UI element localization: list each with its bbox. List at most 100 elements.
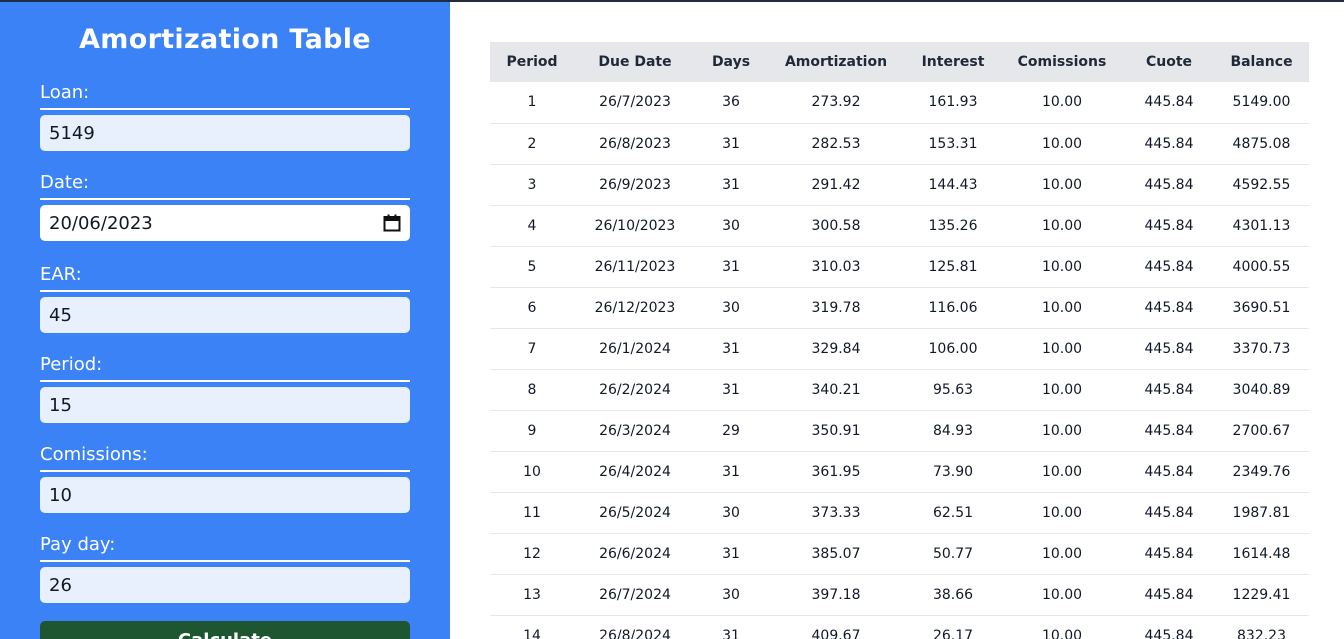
loan-field: Loan: 5149	[40, 82, 410, 151]
table-row: 13 26/7/2024 30 397.18 38.66 10.00 445.84 1229.…	[490, 574, 1309, 616]
date-field: Date: 20/06/2023	[40, 172, 410, 241]
cell-period: 4	[490, 205, 574, 247]
table-row: 11 26/5/2024 30 373.33 62.51 10.00 445.84 1987.…	[490, 492, 1309, 534]
table-row: 6 26/12/2023 30 319.78 116.06 10.00 445.84 3690…	[490, 287, 1309, 329]
cell-balance: 4875.08	[1214, 123, 1309, 165]
cell-due-date: 26/10/2023	[574, 205, 696, 247]
cell-cuote: 445.84	[1124, 123, 1214, 165]
cell-cuote: 445.84	[1124, 451, 1214, 493]
cell-interest: 125.81	[906, 246, 1000, 288]
cell-due-date: 26/11/2023	[574, 246, 696, 288]
table-row: 9 26/3/2024 29 350.91 84.93 10.00 445.84 2700.6…	[490, 410, 1309, 452]
cell-due-date: 26/6/2024	[574, 533, 696, 575]
cell-balance: 1614.48	[1214, 533, 1309, 575]
header-comissions: Comissions	[1017, 54, 1107, 70]
header-cuote: Cuote	[1145, 54, 1193, 70]
cell-amortization: 310.03	[766, 246, 906, 288]
cell-due-date: 26/5/2024	[574, 492, 696, 534]
cell-balance: 2349.76	[1214, 451, 1309, 493]
cell-amortization: 361.95	[766, 451, 906, 493]
table-row: 1 26/7/2023 36 273.92 161.93 10.00 445.84 5149.…	[490, 82, 1309, 124]
cell-balance: 1987.81	[1214, 492, 1309, 534]
table-row: 7 26/1/2024 31 329.84 106.00 10.00 445.84 3370.…	[490, 328, 1309, 370]
header-due-date: Due Date	[598, 54, 672, 70]
cell-days: 30	[696, 574, 766, 616]
cell-amortization: 385.07	[766, 533, 906, 575]
cell-days: 30	[696, 492, 766, 534]
table-header-row: Period Due Date Days Amortization Interest Co…	[490, 42, 1309, 82]
pay-day-field: Pay day: 26	[40, 534, 410, 603]
cell-interest: 161.93	[906, 82, 1000, 124]
cell-due-date: 26/9/2023	[574, 164, 696, 206]
cell-comissions: 10.00	[1000, 369, 1124, 411]
ear-field: EAR: 45	[40, 264, 410, 333]
cell-days: 31	[696, 451, 766, 493]
cell-comissions: 10.00	[1000, 410, 1124, 452]
cell-days: 31	[696, 164, 766, 206]
cell-period: 1	[490, 82, 574, 124]
pay-day-label: Pay day:	[40, 534, 410, 562]
cell-balance: 4592.55	[1214, 164, 1309, 206]
cell-due-date: 26/7/2024	[574, 574, 696, 616]
cell-interest: 95.63	[906, 369, 1000, 411]
date-label: Date:	[40, 172, 410, 200]
calendar-icon[interactable]	[383, 214, 401, 232]
form-panel: Amortization Table Loan: 5149 Date: 20/0…	[0, 2, 450, 639]
cell-due-date: 26/2/2024	[574, 369, 696, 411]
calculate-button[interactable]: Calculate	[40, 621, 410, 639]
cell-interest: 116.06	[906, 287, 1000, 329]
cell-amortization: 397.18	[766, 574, 906, 616]
comissions-field: Comissions: 10	[40, 444, 410, 513]
page-title: Amortization Table	[79, 24, 371, 55]
cell-amortization: 291.42	[766, 164, 906, 206]
cell-comissions: 10.00	[1000, 287, 1124, 329]
page: Amortization Table Loan: 5149 Date: 20/0…	[0, 0, 1344, 639]
cell-interest: 50.77	[906, 533, 1000, 575]
cell-interest: 84.93	[906, 410, 1000, 452]
cell-interest: 135.26	[906, 205, 1000, 247]
cell-due-date: 26/12/2023	[574, 287, 696, 329]
loan-input[interactable]: 5149	[40, 115, 410, 151]
cell-days: 31	[696, 369, 766, 411]
period-input[interactable]: 15	[40, 387, 410, 423]
cell-balance: 4301.13	[1214, 205, 1309, 247]
comissions-label: Comissions:	[40, 444, 410, 472]
cell-balance: 3370.73	[1214, 328, 1309, 370]
cell-cuote: 445.84	[1124, 369, 1214, 411]
cell-comissions: 10.00	[1000, 82, 1124, 124]
cell-amortization: 319.78	[766, 287, 906, 329]
cell-amortization: 373.33	[766, 492, 906, 534]
header-balance: Balance	[1230, 54, 1293, 70]
cell-interest: 106.00	[906, 328, 1000, 370]
cell-cuote: 445.84	[1124, 246, 1214, 288]
comissions-input[interactable]: 10	[40, 477, 410, 513]
amortization-table: Period Due Date Days Amortization Interest Co…	[490, 42, 1309, 639]
ear-input[interactable]: 45	[40, 297, 410, 333]
cell-period: 6	[490, 287, 574, 329]
cell-cuote: 445.84	[1124, 205, 1214, 247]
cell-balance: 3040.89	[1214, 369, 1309, 411]
cell-interest: 144.43	[906, 164, 1000, 206]
header-interest: Interest	[921, 54, 985, 70]
cell-period: 10	[490, 451, 574, 493]
cell-days: 31	[696, 615, 766, 639]
cell-comissions: 10.00	[1000, 492, 1124, 534]
cell-days: 29	[696, 410, 766, 452]
cell-amortization: 340.21	[766, 369, 906, 411]
cell-period: 7	[490, 328, 574, 370]
cell-period: 5	[490, 246, 574, 288]
pay-day-input[interactable]: 26	[40, 567, 410, 603]
amortization-table-wrapper: Period Due Date Days Amortization Interest Co…	[490, 42, 1309, 639]
cell-period: 9	[490, 410, 574, 452]
period-value: 15	[49, 394, 72, 416]
cell-balance: 3690.51	[1214, 287, 1309, 329]
cell-amortization: 409.67	[766, 615, 906, 639]
date-input[interactable]: 20/06/2023	[40, 205, 410, 241]
table-row: 12 26/6/2024 31 385.07 50.77 10.00 445.84 1614.…	[490, 533, 1309, 575]
loan-value: 5149	[49, 122, 95, 144]
results-panel: Period Due Date Days Amortization Interest Co…	[450, 2, 1344, 639]
cell-period: 11	[490, 492, 574, 534]
cell-amortization: 273.92	[766, 82, 906, 124]
comissions-value: 10	[49, 484, 72, 506]
cell-due-date: 26/1/2024	[574, 328, 696, 370]
